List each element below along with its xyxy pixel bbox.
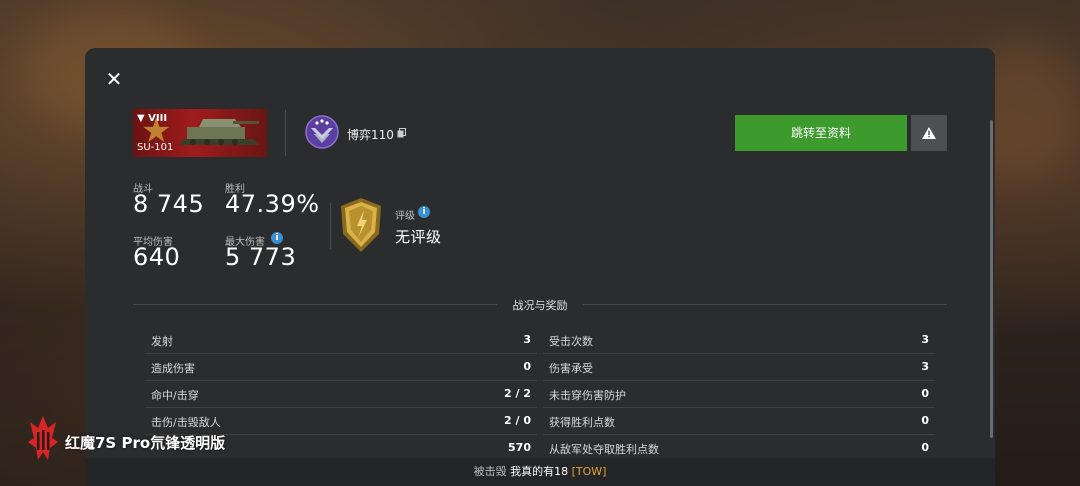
avg-damage-value: 640 (133, 243, 181, 271)
divider (330, 203, 331, 249)
row-label: 击伤/击毁敌人 (151, 416, 221, 429)
tank-image-icon (179, 119, 259, 145)
row-value: 0 (523, 360, 531, 373)
row-value: 570 (508, 441, 531, 454)
row-value: 2 / 0 (504, 414, 531, 427)
stat-row: 造成伤害 0 (145, 354, 537, 381)
row-value: 0 (921, 414, 929, 427)
row-value: 0 (921, 441, 929, 454)
info-icon[interactable]: i (418, 206, 430, 218)
tank-tier: ▼ VIII (137, 113, 168, 124)
red-magic-logo-icon (28, 416, 58, 460)
close-button[interactable]: ✕ (105, 69, 123, 89)
stat-row: 受击次数 3 (543, 327, 935, 354)
destroyed-by-label: 被击毁 (473, 465, 507, 478)
player-stats-panel: ✕ ★ ▼ VIII SU-101 博弈110 跳转至资料 战斗 8 745 胜… (85, 48, 995, 486)
stat-row: 击伤/击毁敌人 2 / 0 (145, 408, 537, 435)
row-value: 3 (523, 333, 531, 346)
stat-row: 获得胜利点数 0 (543, 408, 935, 435)
row-label: 受击次数 (549, 335, 593, 348)
divider (285, 110, 286, 156)
row-value: 0 (921, 387, 929, 400)
row-label: 从敌军处夺取胜利点数 (549, 443, 659, 456)
row-value: 3 (921, 360, 929, 373)
report-button[interactable] (911, 115, 947, 151)
section-title: 战况与奖励 (512, 299, 568, 312)
row-label: 未击穿伤害防护 (549, 389, 626, 402)
rank-emblem-icon (305, 115, 339, 149)
stat-row: 未击穿伤害防护 0 (543, 381, 935, 408)
rating-label: 评级 (395, 211, 415, 222)
stat-row: 发射 3 (145, 327, 537, 354)
scrollbar[interactable] (990, 120, 993, 438)
section-divider (583, 304, 947, 305)
killer-clan-tag: [TOW] (571, 465, 607, 478)
battles-value: 8 745 (133, 190, 205, 218)
player-name: 博弈110 (347, 128, 394, 142)
row-label: 发射 (151, 335, 173, 348)
stat-row: 伤害承受 3 (543, 354, 935, 381)
row-label: 获得胜利点数 (549, 416, 615, 429)
max-damage-value: 5 773 (225, 243, 297, 271)
destroyed-by-footer: 被击毁 我真的有18 [TOW] (85, 458, 995, 486)
warning-icon (922, 127, 936, 139)
rating-shield-icon (341, 198, 381, 252)
killer-name[interactable]: 我真的有18 (510, 465, 568, 478)
goto-profile-button[interactable]: 跳转至资料 (735, 115, 907, 151)
row-value: 3 (921, 333, 929, 346)
row-label: 造成伤害 (151, 362, 195, 375)
rating-value: 无评级 (395, 228, 442, 246)
watermark-text: 红魔7S Pro氘锋透明版 (65, 434, 226, 452)
row-label: 命中/击穿 (151, 389, 199, 402)
row-label: 伤害承受 (549, 362, 593, 375)
copy-icon[interactable] (397, 128, 406, 138)
wins-value: 47.39% (225, 190, 320, 218)
tank-card: ★ ▼ VIII SU-101 (133, 109, 267, 157)
row-value: 2 / 2 (504, 387, 531, 400)
stat-row: 命中/击穿 2 / 2 (145, 381, 537, 408)
tank-name: SU-101 (137, 142, 174, 153)
